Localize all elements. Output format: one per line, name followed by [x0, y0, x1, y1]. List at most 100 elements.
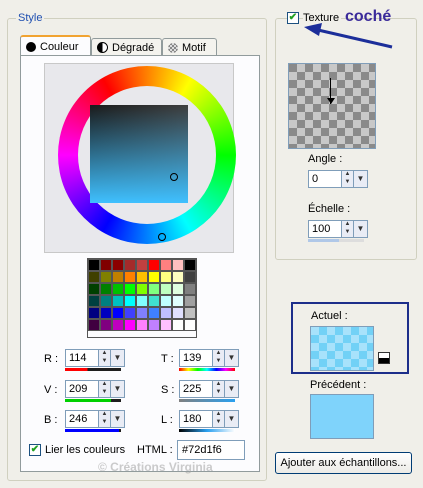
- palette-swatch[interactable]: [136, 271, 148, 283]
- palette-swatch[interactable]: [148, 271, 160, 283]
- v-spinner[interactable]: 209 ▲ ▼ ▼: [65, 380, 125, 398]
- palette-swatch[interactable]: [148, 295, 160, 307]
- palette-swatch[interactable]: [112, 295, 124, 307]
- echelle-spinner[interactable]: 100 ▲ ▼ ▼: [308, 220, 368, 238]
- b-slider[interactable]: [65, 429, 121, 432]
- s-spin-arrows[interactable]: ▲ ▼: [213, 380, 225, 398]
- angle-dropdown-icon[interactable]: ▼: [354, 170, 368, 188]
- precedent-color-swatch[interactable]: [310, 394, 374, 439]
- palette-swatch[interactable]: [172, 295, 184, 307]
- palette-swatch[interactable]: [112, 283, 124, 295]
- r-spinner[interactable]: 114 ▲ ▼ ▼: [65, 349, 125, 367]
- palette-swatch[interactable]: [88, 319, 100, 331]
- palette-swatch[interactable]: [88, 295, 100, 307]
- b-dropdown-icon[interactable]: ▼: [111, 410, 125, 428]
- s-slider[interactable]: [179, 399, 235, 402]
- palette-swatch[interactable]: [148, 319, 160, 331]
- palette-swatch[interactable]: [124, 259, 136, 271]
- palette-swatch[interactable]: [172, 319, 184, 331]
- texture-toggle-icon[interactable]: [378, 352, 390, 364]
- t-spinner[interactable]: 139 ▲ ▼ ▼: [179, 349, 239, 367]
- saturation-lightness-square[interactable]: [90, 105, 188, 203]
- b-spin-arrows[interactable]: ▲ ▼: [99, 410, 111, 428]
- palette-swatch[interactable]: [100, 307, 112, 319]
- v-slider[interactable]: [65, 399, 121, 402]
- palette-swatch[interactable]: [184, 283, 196, 295]
- r-spin-arrows[interactable]: ▲ ▼: [99, 349, 111, 367]
- sl-selector-icon[interactable]: [170, 173, 178, 181]
- palette-swatch[interactable]: [160, 307, 172, 319]
- texture-checkbox[interactable]: ✔: [287, 12, 299, 24]
- v-dropdown-icon[interactable]: ▼: [111, 380, 125, 398]
- palette-swatch[interactable]: [136, 319, 148, 331]
- palette-swatch[interactable]: [124, 319, 136, 331]
- palette-swatch[interactable]: [112, 307, 124, 319]
- palette-swatch[interactable]: [100, 283, 112, 295]
- tab-degrade[interactable]: Dégradé: [91, 38, 162, 56]
- palette-swatch[interactable]: [112, 319, 124, 331]
- add-to-swatches-button[interactable]: Ajouter aux échantillons...: [275, 452, 412, 474]
- t-dropdown-icon[interactable]: ▼: [225, 349, 239, 367]
- palette-swatch[interactable]: [148, 307, 160, 319]
- angle-value[interactable]: 0: [308, 170, 342, 188]
- palette-swatch[interactable]: [184, 271, 196, 283]
- palette-swatch[interactable]: [88, 283, 100, 295]
- b-value[interactable]: 246: [65, 410, 99, 428]
- palette-swatch[interactable]: [100, 319, 112, 331]
- palette-swatch[interactable]: [88, 271, 100, 283]
- palette-swatch[interactable]: [184, 307, 196, 319]
- palette-swatch[interactable]: [124, 295, 136, 307]
- tab-motif[interactable]: Motif: [162, 38, 217, 56]
- palette-swatch[interactable]: [136, 283, 148, 295]
- palette-swatch[interactable]: [136, 295, 148, 307]
- palette-swatch[interactable]: [124, 283, 136, 295]
- link-colors-label[interactable]: Lier les couleurs: [45, 444, 125, 456]
- r-slider[interactable]: [65, 368, 121, 371]
- echelle-spin-arrows[interactable]: ▲ ▼: [342, 220, 354, 238]
- l-spinner[interactable]: 180 ▲ ▼ ▼: [179, 410, 239, 428]
- palette-swatch[interactable]: [184, 259, 196, 271]
- r-value[interactable]: 114: [65, 349, 99, 367]
- echelle-slider[interactable]: [308, 239, 364, 242]
- s-value[interactable]: 225: [179, 380, 213, 398]
- palette-swatch[interactable]: [160, 271, 172, 283]
- palette-swatch[interactable]: [100, 259, 112, 271]
- l-dropdown-icon[interactable]: ▼: [225, 410, 239, 428]
- palette-swatch[interactable]: [184, 319, 196, 331]
- angle-spinner[interactable]: 0 ▲ ▼ ▼: [308, 170, 368, 188]
- html-input[interactable]: #72d1f6: [177, 440, 245, 460]
- actuel-color-swatch[interactable]: [310, 326, 374, 371]
- palette-swatch[interactable]: [148, 283, 160, 295]
- b-spinner[interactable]: 246 ▲ ▼ ▼: [65, 410, 125, 428]
- palette-swatch[interactable]: [136, 307, 148, 319]
- r-dropdown-icon[interactable]: ▼: [111, 349, 125, 367]
- palette-swatch[interactable]: [184, 295, 196, 307]
- palette-swatch[interactable]: [160, 259, 172, 271]
- s-spinner[interactable]: 225 ▲ ▼ ▼: [179, 380, 239, 398]
- palette-swatch[interactable]: [160, 319, 172, 331]
- palette-swatch[interactable]: [160, 283, 172, 295]
- link-colors-checkbox[interactable]: ✔: [29, 444, 41, 456]
- echelle-value[interactable]: 100: [308, 220, 342, 238]
- palette-swatch[interactable]: [172, 271, 184, 283]
- t-slider[interactable]: [179, 368, 235, 371]
- palette-swatch[interactable]: [160, 295, 172, 307]
- v-spin-arrows[interactable]: ▲ ▼: [99, 380, 111, 398]
- angle-spin-arrows[interactable]: ▲ ▼: [342, 170, 354, 188]
- palette-swatch[interactable]: [112, 259, 124, 271]
- texture-preview[interactable]: [288, 63, 376, 149]
- palette-swatch[interactable]: [172, 307, 184, 319]
- palette-swatch[interactable]: [88, 307, 100, 319]
- palette-swatch[interactable]: [172, 283, 184, 295]
- palette-swatch[interactable]: [136, 259, 148, 271]
- l-value[interactable]: 180: [179, 410, 213, 428]
- t-value[interactable]: 139: [179, 349, 213, 367]
- palette-swatch[interactable]: [100, 271, 112, 283]
- palette-swatch[interactable]: [88, 259, 100, 271]
- palette-swatch[interactable]: [124, 307, 136, 319]
- l-spin-arrows[interactable]: ▲ ▼: [213, 410, 225, 428]
- palette-swatch[interactable]: [112, 271, 124, 283]
- t-spin-arrows[interactable]: ▲ ▼: [213, 349, 225, 367]
- palette-swatch[interactable]: [100, 295, 112, 307]
- palette-swatch[interactable]: [172, 259, 184, 271]
